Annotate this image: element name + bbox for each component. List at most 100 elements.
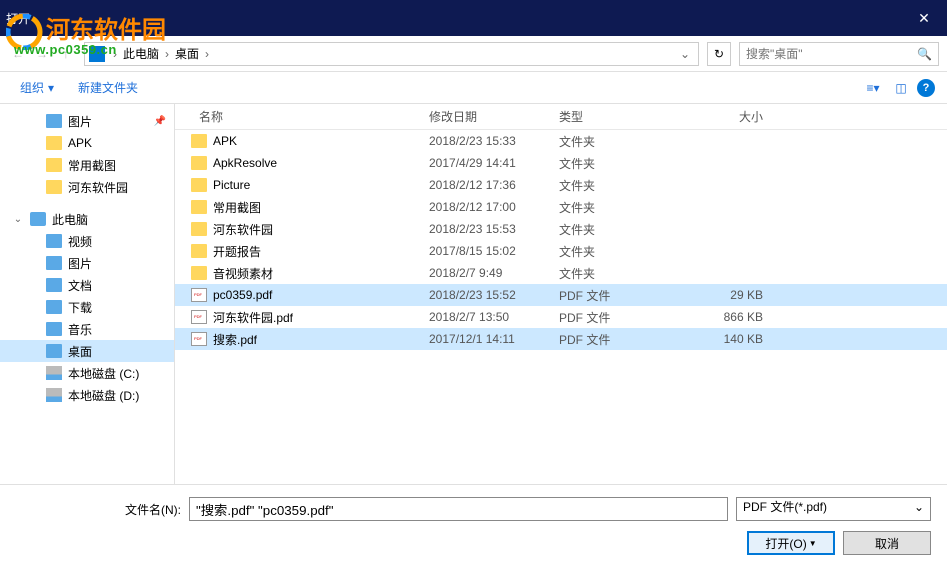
sidebar-item[interactable]: 本地磁盘 (C:) [0, 362, 174, 384]
sidebar-item-label: APK [68, 136, 92, 150]
file-row[interactable]: Picture2018/2/12 17:36文件夹 [175, 174, 947, 196]
sidebar: 图片📌APK常用截图河东软件园⌄此电脑视频图片文档下载音乐桌面本地磁盘 (C:)… [0, 104, 175, 484]
new-folder-button[interactable]: 新建文件夹 [70, 75, 146, 100]
refresh-button[interactable]: ↻ [707, 42, 731, 66]
sidebar-item-label: 文档 [68, 277, 92, 294]
pdf-icon [191, 332, 207, 346]
help-icon[interactable]: ? [917, 79, 935, 97]
chevron-right-icon: › [163, 47, 171, 61]
file-name: pc0359.pdf [213, 288, 272, 302]
file-row[interactable]: APK2018/2/23 15:33文件夹 [175, 130, 947, 152]
file-row[interactable]: 河东软件园2018/2/23 15:53文件夹 [175, 218, 947, 240]
back-button[interactable]: ← [8, 44, 28, 64]
file-name: ApkResolve [213, 156, 277, 170]
breadcrumb[interactable]: › 此电脑 › 桌面 › ⌄ [84, 42, 699, 66]
file-list: APK2018/2/23 15:33文件夹 ApkResolve 2017/4/29… [175, 130, 947, 484]
file-area: 名称 修改日期 类型 大小 APK2018/2/23 15:33文件夹ApkRe… [175, 104, 947, 484]
open-button[interactable]: 打开(O) ▼ [747, 531, 835, 555]
cancel-button[interactable]: 取消 [843, 531, 931, 555]
file-name: 开题报告 [213, 243, 261, 260]
file-row[interactable]: 开题报告2017/8/15 15:02文件夹 [175, 240, 947, 262]
sidebar-item[interactable]: 河东软件园 [0, 176, 174, 198]
file-type: 文件夹 [551, 199, 671, 216]
sidebar-item[interactable]: 本地磁盘 (D:) [0, 384, 174, 406]
sidebar-item-label: 本地磁盘 (C:) [68, 365, 139, 382]
search-input[interactable] [746, 47, 917, 61]
file-row[interactable]: 搜索.pdf2017/12/1 14:11PDF 文件140 KB [175, 328, 947, 350]
sidebar-item-label: 图片 [68, 113, 92, 130]
file-name: Picture [213, 178, 250, 192]
computer-icon [89, 46, 105, 62]
chevron-right-icon: › [111, 47, 119, 61]
sidebar-item[interactable]: 文档 [0, 274, 174, 296]
folder-icon [46, 366, 62, 380]
preview-pane-icon[interactable]: ◫ [889, 78, 913, 98]
file-row[interactable]: pc0359.pdf2018/2/23 15:52PDF 文件29 KB [175, 284, 947, 306]
folder-icon [30, 212, 46, 226]
sidebar-item-label: 视频 [68, 233, 92, 250]
folder-icon [191, 134, 207, 148]
chevron-down-icon: ▾ [48, 81, 54, 95]
sidebar-item[interactable]: 图片📌 [0, 110, 174, 132]
sidebar-item[interactable]: ⌄ 此电脑 [0, 208, 174, 230]
breadcrumb-item[interactable]: 此电脑 [119, 45, 163, 62]
organize-button[interactable]: 组织 ▾ [12, 75, 62, 100]
file-date: 2018/2/12 17:00 [421, 200, 551, 214]
filename-input[interactable] [189, 497, 728, 521]
pdf-icon [191, 288, 207, 302]
titlebar: 打开 ✕ [0, 0, 947, 36]
sidebar-item[interactable]: APK [0, 132, 174, 154]
forward-button[interactable]: → [32, 44, 52, 64]
sidebar-item[interactable]: 桌面 [0, 340, 174, 362]
breadcrumb-dropdown[interactable]: ⌄ [676, 47, 694, 61]
file-row[interactable]: 音视频素材 2018/2/7 9:49文件夹 [175, 262, 947, 284]
breadcrumb-item[interactable]: 桌面 [171, 45, 203, 62]
col-type[interactable]: 类型 [551, 108, 671, 125]
file-row[interactable]: ApkResolve 2017/4/29 14:41文件夹 [175, 152, 947, 174]
file-row[interactable]: 常用截图2018/2/12 17:00文件夹 [175, 196, 947, 218]
sidebar-item[interactable]: 视频 [0, 230, 174, 252]
file-date: 2017/8/15 15:02 [421, 244, 551, 258]
folder-icon [46, 180, 62, 194]
file-name: 河东软件园 [213, 221, 273, 238]
expand-icon[interactable]: ⌄ [12, 214, 24, 225]
window-title: 打开 [0, 10, 30, 27]
sidebar-item[interactable]: 常用截图 [0, 154, 174, 176]
sidebar-item[interactable]: 图片 [0, 252, 174, 274]
sidebar-item-label: 此电脑 [52, 211, 88, 228]
folder-icon [191, 266, 207, 280]
file-date: 2018/2/23 15:52 [421, 288, 551, 302]
search-box[interactable]: 🔍 [739, 42, 939, 66]
col-size[interactable]: 大小 [671, 108, 771, 125]
file-row[interactable]: 河东软件园.pdf2018/2/7 13:50PDF 文件866 KB [175, 306, 947, 328]
sidebar-item[interactable]: 音乐 [0, 318, 174, 340]
pdf-icon [191, 310, 207, 324]
folder-icon [46, 278, 62, 292]
search-icon: 🔍 [917, 47, 932, 61]
folder-icon [46, 344, 62, 358]
file-type: 文件夹 [551, 265, 671, 282]
up-button[interactable]: ↑ [56, 44, 76, 64]
file-date: 2017/4/29 14:41 [421, 156, 551, 170]
navbar: ← → ↑ › 此电脑 › 桌面 › ⌄ ↻ 🔍 [0, 36, 947, 72]
folder-icon [46, 388, 62, 402]
folder-icon [46, 136, 62, 150]
filetype-select[interactable]: PDF 文件(*.pdf) [736, 497, 931, 521]
filename-label: 文件名(N): [16, 501, 181, 518]
view-list-icon[interactable]: ≡▾ [861, 78, 885, 98]
file-date: 2018/2/7 9:49 [421, 266, 551, 280]
file-type: 文件夹 [551, 177, 671, 194]
folder-icon [191, 222, 207, 236]
file-type: PDF 文件 [551, 331, 671, 348]
chevron-right-icon: › [203, 47, 211, 61]
col-date[interactable]: 修改日期 [421, 108, 551, 125]
file-name: 音视频素材 [213, 265, 273, 282]
col-name[interactable]: 名称 [191, 108, 421, 125]
close-button[interactable]: ✕ [901, 0, 947, 36]
file-header: 名称 修改日期 类型 大小 [175, 104, 947, 130]
file-type: 文件夹 [551, 155, 671, 172]
sidebar-item[interactable]: 下载 [0, 296, 174, 318]
folder-icon [191, 178, 207, 192]
file-date: 2018/2/7 13:50 [421, 310, 551, 324]
sidebar-item-label: 本地磁盘 (D:) [68, 387, 139, 404]
